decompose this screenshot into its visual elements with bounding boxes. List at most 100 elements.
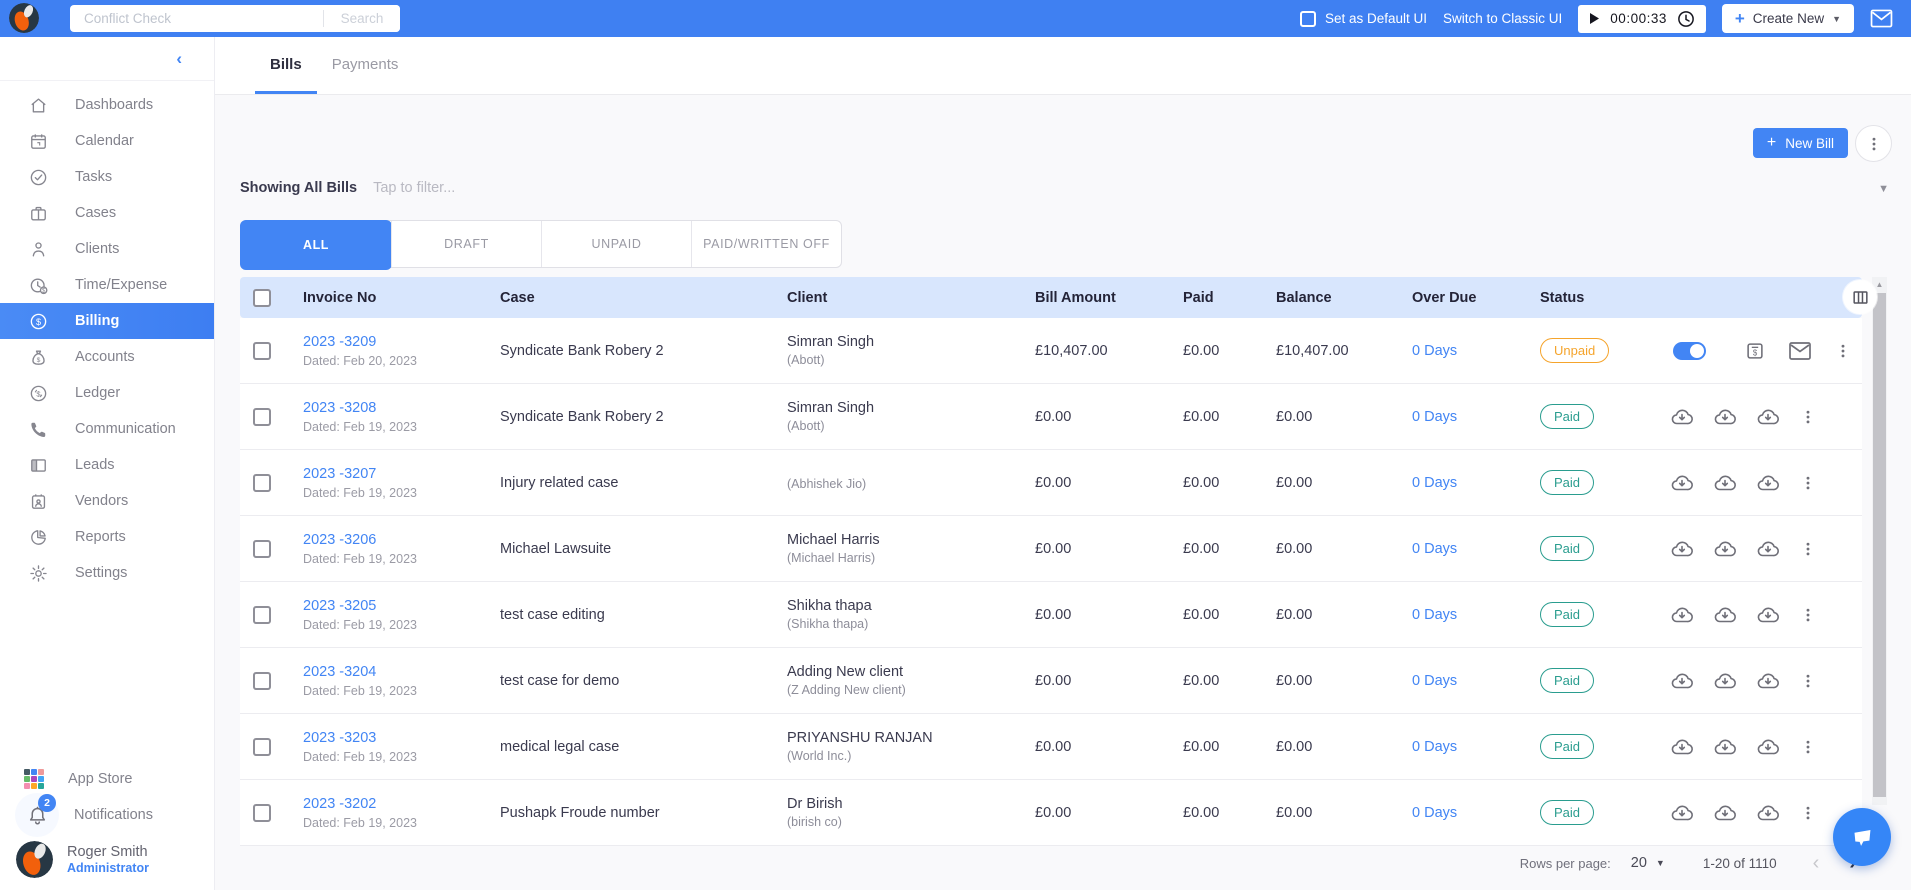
overdue-days-link[interactable]: 0 Days (1412, 409, 1457, 425)
cloud-download-icon[interactable] (1713, 603, 1737, 627)
tap-to-filter-input[interactable]: Tap to filter... (373, 180, 455, 196)
new-bill-button[interactable]: + New Bill (1753, 128, 1848, 158)
filter-tab-paid-written-off[interactable]: PAID/WRITTEN OFF (691, 221, 841, 267)
chat-widget-button[interactable] (1833, 808, 1891, 866)
scrollbar-thumb[interactable] (1873, 293, 1886, 797)
more-options-icon[interactable] (1799, 606, 1817, 624)
sidebar-item-calendar[interactable]: Calendar (0, 123, 214, 159)
paid-status-toggle[interactable] (1673, 342, 1706, 360)
filter-tab-unpaid[interactable]: UNPAID (541, 221, 691, 267)
row-checkbox[interactable] (253, 672, 271, 690)
invoice-number-link[interactable]: 2023 -3205 (303, 598, 376, 614)
set-default-ui-toggle[interactable]: Set as Default UI (1300, 11, 1427, 27)
sidebar-item-settings[interactable]: Settings (0, 555, 214, 591)
column-settings-button[interactable] (1843, 280, 1877, 314)
user-profile[interactable]: Roger Smith Administrator (0, 833, 214, 884)
cloud-download-icon[interactable] (1670, 669, 1694, 693)
row-checkbox[interactable] (253, 342, 271, 360)
search-button[interactable]: Search (324, 5, 400, 32)
more-options-icon[interactable] (1799, 738, 1817, 756)
sidebar-item-billing[interactable]: $Billing (0, 303, 214, 339)
cloud-download-icon[interactable] (1756, 801, 1780, 825)
more-options-icon[interactable] (1799, 672, 1817, 690)
sidebar-item-ledger[interactable]: $Ledger (0, 375, 214, 411)
cloud-download-icon[interactable] (1756, 471, 1780, 495)
invoice-number-link[interactable]: 2023 -3208 (303, 400, 376, 416)
row-checkbox[interactable] (253, 738, 271, 756)
sidebar-item-reports[interactable]: Reports (0, 519, 214, 555)
sidebar-item-clients[interactable]: Clients (0, 231, 214, 267)
cloud-download-icon[interactable] (1670, 405, 1694, 429)
app-logo-icon[interactable] (9, 3, 39, 33)
sidebar-item-dashboards[interactable]: Dashboards (0, 87, 214, 123)
invoice-number-link[interactable]: 2023 -3206 (303, 532, 376, 548)
more-options-icon[interactable] (1834, 342, 1852, 360)
cloud-download-icon[interactable] (1670, 471, 1694, 495)
switch-to-classic-link[interactable]: Switch to Classic UI (1443, 11, 1562, 26)
create-new-button[interactable]: + Create New ▼ (1722, 4, 1854, 33)
clock-icon[interactable] (1677, 10, 1695, 28)
rows-per-page-select[interactable]: 20 ▼ (1631, 855, 1665, 871)
overdue-days-link[interactable]: 0 Days (1412, 805, 1457, 821)
more-options-icon[interactable] (1799, 408, 1817, 426)
sidebar-item-accounts[interactable]: $Accounts (0, 339, 214, 375)
cloud-download-icon[interactable] (1713, 537, 1737, 561)
mail-icon[interactable] (1870, 9, 1893, 28)
previous-page-button[interactable]: ‹ (1813, 853, 1820, 873)
cloud-download-icon[interactable] (1670, 537, 1694, 561)
sidebar-collapse-icon[interactable]: ‹ (176, 50, 182, 67)
invoice-number-link[interactable]: 2023 -3209 (303, 334, 376, 350)
row-checkbox[interactable] (253, 408, 271, 426)
cloud-download-icon[interactable] (1713, 471, 1737, 495)
cloud-download-icon[interactable] (1756, 669, 1780, 693)
cloud-download-icon[interactable] (1756, 405, 1780, 429)
cloud-download-icon[interactable] (1670, 603, 1694, 627)
sidebar-item-app-store[interactable]: App Store (0, 761, 214, 797)
cloud-download-icon[interactable] (1756, 735, 1780, 759)
overdue-days-link[interactable]: 0 Days (1412, 541, 1457, 557)
timer-widget[interactable]: 00:00:33 (1578, 5, 1706, 33)
sidebar-item-time-expense[interactable]: $Time/Expense (0, 267, 214, 303)
overdue-days-link[interactable]: 0 Days (1412, 343, 1457, 359)
invoice-doc-icon[interactable]: $ (1744, 340, 1766, 362)
filter-expand-caret-icon[interactable]: ▼ (1878, 183, 1889, 195)
sidebar-item-cases[interactable]: Cases (0, 195, 214, 231)
overdue-days-link[interactable]: 0 Days (1412, 739, 1457, 755)
sidebar-item-leads[interactable]: Leads (0, 447, 214, 483)
cloud-download-icon[interactable] (1670, 735, 1694, 759)
cloud-download-icon[interactable] (1713, 669, 1737, 693)
sidebar-item-communication[interactable]: Communication (0, 411, 214, 447)
invoice-number-link[interactable]: 2023 -3207 (303, 466, 376, 482)
invoice-number-link[interactable]: 2023 -3203 (303, 730, 376, 746)
filter-tab-all[interactable]: ALL (240, 220, 392, 270)
more-options-icon[interactable] (1799, 804, 1817, 822)
cloud-download-icon[interactable] (1756, 603, 1780, 627)
cloud-download-icon[interactable] (1713, 801, 1737, 825)
set-default-ui-checkbox[interactable] (1300, 11, 1316, 27)
more-options-icon[interactable] (1799, 540, 1817, 558)
overdue-days-link[interactable]: 0 Days (1412, 673, 1457, 689)
invoice-number-link[interactable]: 2023 -3204 (303, 664, 376, 680)
row-checkbox[interactable] (253, 804, 271, 822)
invoice-number-link[interactable]: 2023 -3202 (303, 796, 376, 812)
sidebar-item-vendors[interactable]: Vendors (0, 483, 214, 519)
overdue-days-link[interactable]: 0 Days (1412, 607, 1457, 623)
overdue-days-link[interactable]: 0 Days (1412, 475, 1457, 491)
send-mail-icon[interactable] (1788, 341, 1812, 361)
page-more-options-button[interactable] (1855, 125, 1892, 162)
row-checkbox[interactable] (253, 540, 271, 558)
cloud-download-icon[interactable] (1713, 735, 1737, 759)
conflict-check-input[interactable] (70, 11, 323, 26)
select-all-checkbox[interactable] (253, 289, 271, 307)
filter-tab-draft[interactable]: DRAFT (391, 221, 541, 267)
tab-payments[interactable]: Payments (317, 37, 414, 94)
cloud-download-icon[interactable] (1670, 801, 1694, 825)
row-checkbox[interactable] (253, 606, 271, 624)
sidebar-item-notifications[interactable]: 2 Notifications (0, 797, 214, 833)
sidebar-item-tasks[interactable]: Tasks (0, 159, 214, 195)
vertical-scrollbar[interactable]: ▲ (1872, 277, 1887, 805)
row-checkbox[interactable] (253, 474, 271, 492)
more-options-icon[interactable] (1799, 474, 1817, 492)
tab-bills[interactable]: Bills (255, 37, 317, 94)
play-icon[interactable] (1589, 12, 1600, 25)
